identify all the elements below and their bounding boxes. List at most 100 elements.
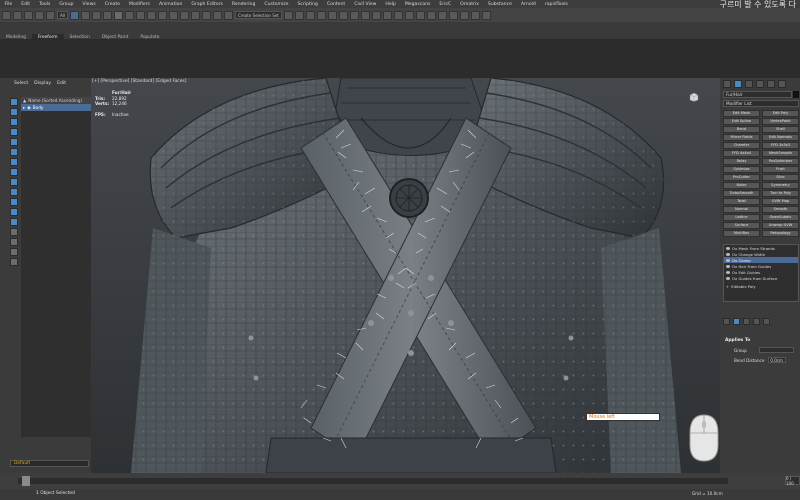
modifier-button[interactable]: Surface: [723, 222, 760, 229]
filter-lights-icon[interactable]: [10, 118, 18, 126]
rotate-icon[interactable]: [124, 10, 134, 20]
menu-customize[interactable]: Customize: [260, 2, 293, 7]
frame-counter[interactable]: 0 / 100: [785, 476, 800, 486]
modifier-button[interactable]: Push: [762, 166, 799, 173]
modifier-button[interactable]: OpenSubdiv: [762, 214, 799, 221]
motion-tab-icon[interactable]: [756, 80, 764, 88]
perspective-viewport[interactable]: [+] [Perspective] [Standard] [Edged Face…: [91, 78, 720, 473]
named-selection-dropdown[interactable]: Create Selection Set: [234, 11, 282, 19]
modifier-button[interactable]: Retopology: [762, 230, 799, 237]
eye-icon[interactable]: [726, 252, 730, 256]
menu-substance[interactable]: Substance: [483, 2, 516, 7]
modifier-button[interactable]: MeshSmooth: [762, 150, 799, 157]
filter-bones-icon[interactable]: [10, 178, 18, 186]
modifier-button[interactable]: VertexPaint: [762, 118, 799, 125]
filter-shapes-icon[interactable]: [10, 108, 18, 116]
modifier-list-dropdown[interactable]: Modifier List: [723, 100, 799, 107]
schematic-view-icon[interactable]: [349, 10, 359, 20]
modifier-button[interactable]: Symmetry: [762, 182, 799, 189]
expand-arrow-icon[interactable]: +: [726, 284, 729, 289]
modifier-button[interactable]: Edit Normals: [762, 134, 799, 141]
menu-file[interactable]: File: [0, 2, 17, 7]
eye-icon[interactable]: [726, 258, 730, 262]
render-activeshade-icon[interactable]: [415, 10, 425, 20]
viewcube-icon[interactable]: [688, 92, 700, 102]
modifier-button[interactable]: Smooth: [762, 206, 799, 213]
select-by-name-icon[interactable]: [80, 10, 90, 20]
plugin-tool-icon[interactable]: [448, 10, 458, 20]
eye-icon[interactable]: [726, 246, 730, 250]
menu-rapidtools[interactable]: rapidTools: [540, 2, 572, 7]
modifier-button[interactable]: Edit Spline: [723, 118, 760, 125]
menu-modifiers[interactable]: Modifiers: [124, 2, 154, 7]
menu-rendering[interactable]: Rendering: [227, 2, 259, 7]
modifier-button[interactable]: Noise: [723, 182, 760, 189]
bind-space-warp-icon[interactable]: [46, 10, 55, 20]
plugin-tool-icon[interactable]: [481, 10, 491, 20]
filter-cameras-icon[interactable]: [10, 128, 18, 136]
modifier-button[interactable]: FFD 4x4x4: [723, 150, 760, 157]
toggle-ribbon-icon[interactable]: [327, 10, 337, 20]
object-name-field[interactable]: Fur/Hair: [723, 91, 792, 98]
modifier-button[interactable]: Relax: [723, 158, 760, 165]
modifier-button[interactable]: MultiRes: [723, 230, 760, 237]
expand-arrow-icon[interactable]: ▸: [23, 105, 25, 110]
menu-ornatrix[interactable]: Ornatrix: [456, 2, 484, 7]
create-tab-icon[interactable]: [723, 80, 731, 88]
open-a360-icon[interactable]: [426, 10, 436, 20]
render-iterative-icon[interactable]: [404, 10, 414, 20]
pin-stack-icon[interactable]: [723, 318, 730, 325]
angle-snap-icon[interactable]: [190, 10, 200, 20]
link-icon[interactable]: [24, 10, 33, 20]
stack-item[interactable]: Ox Guides from Surface: [724, 275, 798, 281]
timeline-track[interactable]: [18, 478, 728, 484]
menu-megascans[interactable]: Megascans: [400, 2, 435, 7]
scene-row-body[interactable]: ▸ ◉ Body: [21, 104, 91, 111]
modifier-button[interactable]: Chamfer: [723, 142, 760, 149]
configure-sets-icon[interactable]: [763, 318, 770, 325]
eye-icon[interactable]: [726, 264, 730, 268]
tab-object-paint[interactable]: Object Paint: [96, 34, 135, 41]
plugin-tool-icon[interactable]: [437, 10, 447, 20]
align-icon[interactable]: [294, 10, 304, 20]
display-tab-icon[interactable]: [767, 80, 775, 88]
menu-animation[interactable]: Animation: [154, 2, 186, 7]
filter-geometry-icon[interactable]: [10, 98, 18, 106]
modifier-button[interactable]: Edit Mesh: [723, 110, 760, 117]
plugin-tool-icon[interactable]: [459, 10, 469, 20]
bend-distance-spinner[interactable]: 0.0cm: [768, 357, 787, 363]
modify-tab-icon[interactable]: [734, 80, 742, 88]
rendered-frame-window-icon[interactable]: [382, 10, 392, 20]
sync-selection-icon[interactable]: [10, 258, 18, 266]
menu-group[interactable]: Group: [55, 2, 78, 7]
modifier-button[interactable]: Twist: [723, 198, 760, 205]
modifier-button[interactable]: UVW Map: [762, 198, 799, 205]
modifier-button[interactable]: Shell: [762, 126, 799, 133]
selection-filter-dropdown[interactable]: All: [57, 11, 68, 19]
stack-item[interactable]: + Editable Poly: [724, 283, 798, 289]
modifier-button[interactable]: TurboSmooth: [723, 190, 760, 197]
modifier-button[interactable]: Mirror Fields: [723, 134, 760, 141]
window-crossing-icon[interactable]: [102, 10, 112, 20]
redo-icon[interactable]: [13, 10, 22, 20]
menu-scripting[interactable]: Scripting: [293, 2, 322, 7]
toggle-layer-explorer-icon[interactable]: [316, 10, 326, 20]
make-unique-icon[interactable]: [743, 318, 750, 325]
menu-edit[interactable]: Edit: [57, 81, 66, 86]
tab-freeform[interactable]: Freeform: [31, 33, 64, 41]
time-slider-thumb[interactable]: [22, 476, 30, 486]
undo-icon[interactable]: [2, 10, 11, 20]
render-setup-icon[interactable]: [371, 10, 381, 20]
filter-groups-icon[interactable]: [10, 158, 18, 166]
utilities-tab-icon[interactable]: [778, 80, 786, 88]
eye-icon[interactable]: [726, 270, 730, 274]
viewport-label[interactable]: [+] [Perspective] [Standard] [Edged Face…: [92, 79, 186, 84]
modifier-button[interactable]: FFD 3x3x3: [762, 142, 799, 149]
modifier-button[interactable]: ProOptimizer: [762, 158, 799, 165]
edit-named-sets-icon[interactable]: [223, 10, 233, 20]
modifier-button[interactable]: Lattice: [723, 214, 760, 221]
filter-helpers-icon[interactable]: [10, 138, 18, 146]
mirror-icon[interactable]: [283, 10, 293, 20]
select-object-icon[interactable]: [69, 10, 79, 20]
find-icon[interactable]: [10, 248, 18, 256]
